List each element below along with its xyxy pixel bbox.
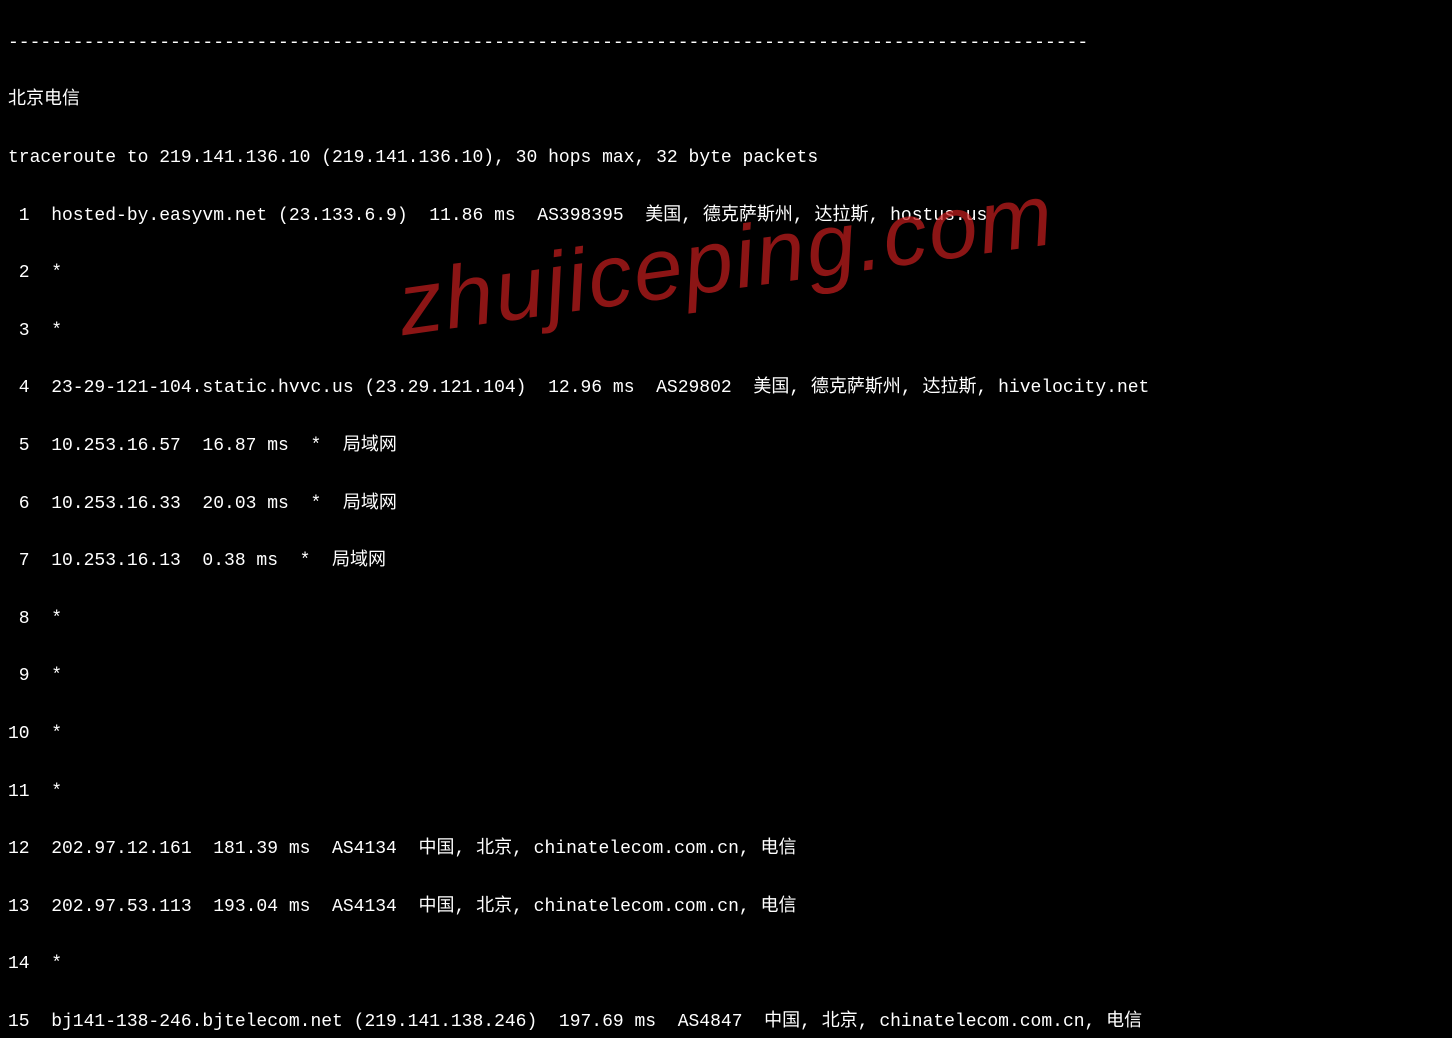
hop-row: 3 * [8,317,1444,346]
hop-row: 9 * [8,662,1444,691]
hop-number: 8 [8,605,30,634]
terminal-output: ----------------------------------------… [0,0,1452,1038]
hop-row: 6 10.253.16.33 20.03 ms * 局域网 [8,490,1444,519]
hop-row: 13 202.97.53.113 193.04 ms AS4134 中国, 北京… [8,893,1444,922]
hop-number: 15 [8,1008,30,1037]
hop-content: * [51,609,62,629]
hop-content: 10.253.16.57 16.87 ms * 局域网 [51,436,397,456]
separator-line: ----------------------------------------… [8,29,1444,58]
hop-number: 5 [8,432,30,461]
hop-number: 14 [8,950,30,979]
hop-content: * [51,666,62,686]
hop-content: 23-29-121-104.static.hvvc.us (23.29.121.… [51,378,1149,398]
hop-content: * [51,782,62,802]
trace-title: 北京电信 [8,86,1444,115]
hop-content: * [51,724,62,744]
hop-number: 7 [8,547,30,576]
hop-number: 3 [8,317,30,346]
hop-number: 12 [8,835,30,864]
hop-row: 4 23-29-121-104.static.hvvc.us (23.29.12… [8,374,1444,403]
hop-content: 202.97.12.161 181.39 ms AS4134 中国, 北京, c… [51,839,796,859]
hop-row: 8 * [8,605,1444,634]
hop-number: 2 [8,259,30,288]
hop-content: * [51,263,62,283]
hop-row: 1 hosted-by.easyvm.net (23.133.6.9) 11.8… [8,202,1444,231]
trace-header: traceroute to 219.141.136.10 (219.141.13… [8,144,1444,173]
hop-row: 14 * [8,950,1444,979]
hop-content: 202.97.53.113 193.04 ms AS4134 中国, 北京, c… [51,897,796,917]
hop-number: 13 [8,893,30,922]
hop-row: 2 * [8,259,1444,288]
hop-row: 5 10.253.16.57 16.87 ms * 局域网 [8,432,1444,461]
hop-number: 1 [8,202,30,231]
hop-number: 4 [8,374,30,403]
hop-row: 12 202.97.12.161 181.39 ms AS4134 中国, 北京… [8,835,1444,864]
hop-number: 11 [8,778,30,807]
hop-content: 10.253.16.13 0.38 ms * 局域网 [51,551,386,571]
hop-number: 10 [8,720,30,749]
hop-content: hosted-by.easyvm.net (23.133.6.9) 11.86 … [51,206,987,226]
hop-content: bj141-138-246.bjtelecom.net (219.141.138… [51,1012,1142,1032]
hop-content: * [51,321,62,341]
hop-number: 6 [8,490,30,519]
hop-number: 9 [8,662,30,691]
hop-row: 10 * [8,720,1444,749]
hop-row: 15 bj141-138-246.bjtelecom.net (219.141.… [8,1008,1444,1037]
hop-content: * [51,954,62,974]
hop-content: 10.253.16.33 20.03 ms * 局域网 [51,494,397,514]
hop-row: 7 10.253.16.13 0.38 ms * 局域网 [8,547,1444,576]
hop-row: 11 * [8,778,1444,807]
